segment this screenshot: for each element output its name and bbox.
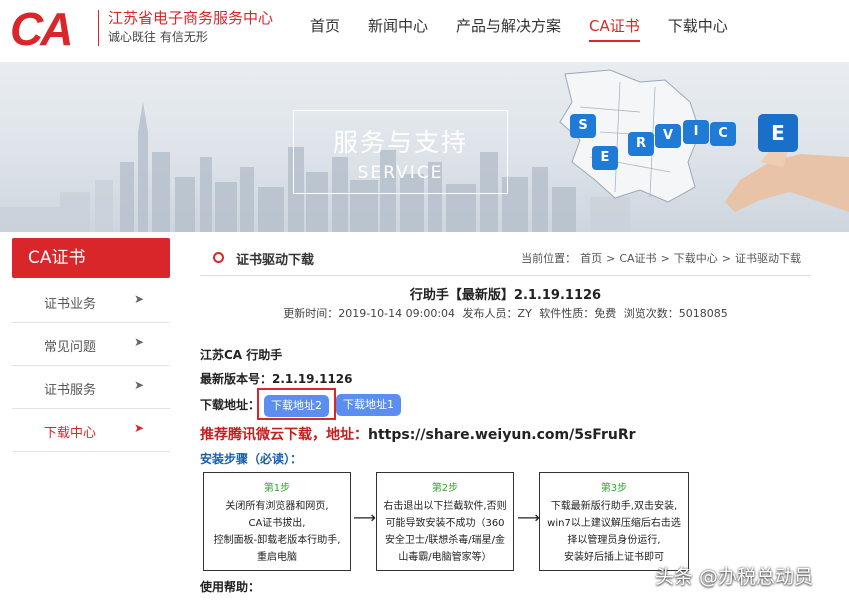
help-label: 使用帮助： <box>200 580 261 594</box>
version-value: 2.1.19.1126 <box>272 372 353 386</box>
source-watermark: 头条 @办税总动员 <box>655 566 814 588</box>
site-header: CA 江苏省电子商务服务中心 诚心既往 有信无形 首页 新闻中心 产品与解决方案… <box>0 0 849 62</box>
step-text: 关闭所有浏览器和网页, CA证书拔出, 控制面板-卸载老版本行助手, 重启电脑 <box>204 498 350 566</box>
step-line: 安装好后插上证书即可 <box>564 552 664 563</box>
banner-title: 服务与支持 <box>332 128 468 157</box>
step-line: 可能导致安装不成功（360 <box>385 518 505 529</box>
meta-updated: 更新时间：2019-10-14 09:00:04 <box>283 307 456 320</box>
product-name: 江苏CA 行助手 <box>200 348 283 362</box>
section-title: 证书驱动下载 <box>236 253 315 268</box>
nav-ca-cert[interactable]: CA证书 <box>575 0 654 62</box>
download-link-2-button[interactable]: 下载地址2 <box>264 395 329 417</box>
meta-publisher: 发布人员：ZY <box>462 307 532 320</box>
logo-name: 江苏省电子商务服务中心 <box>108 9 274 27</box>
install-steps-title: 安装步骤（必读）： <box>200 452 303 466</box>
step-line: 控制面板-卸载老版本行助手, <box>213 535 341 546</box>
key-s: S <box>570 114 596 138</box>
download-link-1-button[interactable]: 下载地址1 <box>336 394 401 416</box>
key-i: I <box>683 120 709 144</box>
logo-slogan: 诚心既往 有信无形 <box>108 30 208 44</box>
arrow-right-icon: ⟶ <box>517 508 540 527</box>
breadcrumb-downloads[interactable]: 下载中心 <box>674 252 718 265</box>
step-text: 下载最新版行助手,双击安装, win7以上建议解压缩后右击选 择以管理员身份运行… <box>540 498 688 566</box>
version-label: 最新版本号： <box>200 372 273 386</box>
nav-home[interactable]: 首页 <box>296 0 354 62</box>
install-step-1: 第1步 关闭所有浏览器和网页, CA证书拔出, 控制面板-卸载老版本行助手, 重… <box>203 472 351 571</box>
weiyun-url-link[interactable]: https://share.weiyun.com/5sFruRr <box>368 427 636 443</box>
arrow-right-icon: ➤ <box>133 421 144 435</box>
step-number: 第1步 <box>263 483 291 494</box>
arrow-right-icon: ➤ <box>133 378 144 392</box>
step-line: win7以上建议解压缩后右击选 <box>547 518 681 529</box>
weiyun-download: 推荐腾讯微云下载，地址：https://share.weiyun.com/5sF… <box>200 424 636 444</box>
breadcrumb-separator: > <box>721 252 731 265</box>
breadcrumb: 当前位置： 首页 > CA证书 > 下载中心 > 证书驱动下载 <box>519 250 803 266</box>
banner-subtitle: SERVICE <box>357 163 444 183</box>
breadcrumb-separator: > <box>660 252 670 265</box>
arrow-right-icon: ⟶ <box>353 508 376 527</box>
article-title: 行助手【最新版】2.1.19.1126 <box>409 288 602 303</box>
nav-news[interactable]: 新闻中心 <box>354 0 442 62</box>
step-line: CA证书拔出, <box>248 518 306 529</box>
sidebar-item-label: 常见问题 <box>44 340 97 355</box>
sidebar-title: CA证书 <box>12 238 170 278</box>
logo-divider <box>98 10 99 46</box>
step-line: 择以管理员身份运行, <box>567 535 661 546</box>
ca-logo[interactable]: CA <box>10 6 73 52</box>
sidebar-item-downloads[interactable]: 下载中心 ➤ <box>12 409 170 452</box>
breadcrumb-ca-cert[interactable]: CA证书 <box>619 252 656 265</box>
breadcrumb-prefix: 当前位置： <box>521 252 577 265</box>
install-step-3: 第3步 下载最新版行助手,双击安装, win7以上建议解压缩后右击选 择以管理员… <box>539 472 689 571</box>
weiyun-label: 推荐腾讯微云下载，地址： <box>200 427 368 443</box>
nav-downloads[interactable]: 下载中心 <box>654 0 742 62</box>
article-meta: 更新时间：2019-10-14 09:00:04 发布人员：ZY 软件性质：免费… <box>200 305 811 321</box>
key-r: R <box>628 132 654 156</box>
section-header: 证书驱动下载 当前位置： 首页 > CA证书 > 下载中心 > 证书驱动下载 <box>200 240 811 276</box>
breadcrumb-separator: > <box>606 252 616 265</box>
meta-views: 浏览次数：5018085 <box>623 307 728 320</box>
step-number: 第3步 <box>600 483 628 494</box>
sidebar-menu: 证书业务 ➤ 常见问题 ➤ 证书服务 ➤ 下载中心 ➤ <box>12 280 170 452</box>
download-label: 下载地址： <box>200 398 261 412</box>
download-highlight: 下载地址2 <box>257 388 336 420</box>
meta-license: 软件性质：免费 <box>539 307 617 320</box>
sidebar-item-label: 下载中心 <box>44 426 97 441</box>
breadcrumb-current[interactable]: 证书驱动下载 <box>735 252 801 265</box>
nav-products[interactable]: 产品与解决方案 <box>442 0 575 62</box>
circle-bullet-icon <box>213 252 224 263</box>
key-v: V <box>655 124 681 148</box>
step-text: 右击退出以下拦截软件,否则 可能导致安装不成功（360 安全卫士/联想杀毒/瑞星… <box>377 498 513 566</box>
sidebar-item-cert-business[interactable]: 证书业务 ➤ <box>12 280 170 323</box>
install-step-2: 第2步 右击退出以下拦截软件,否则 可能导致安装不成功（360 安全卫士/联想杀… <box>376 472 514 571</box>
step-line: 安全卫士/联想杀毒/瑞星/金 <box>384 535 506 546</box>
sidebar-item-cert-service[interactable]: 证书服务 ➤ <box>12 366 170 409</box>
sidebar-item-label: 证书服务 <box>44 383 97 398</box>
step-line: 下载最新版行助手,双击安装, <box>550 501 678 512</box>
key-c: C <box>710 122 736 146</box>
sidebar-item-faq[interactable]: 常见问题 ➤ <box>12 323 170 366</box>
step-number: 第2步 <box>431 483 459 494</box>
step-line: 重启电脑 <box>257 552 297 563</box>
key-e: E <box>592 146 618 170</box>
sidebar-item-label: 证书业务 <box>44 297 97 312</box>
step-line: 关闭所有浏览器和网页, <box>225 501 329 512</box>
banner-title-box: 服务与支持 SERVICE <box>293 110 508 194</box>
step-line: 右击退出以下拦截软件,否则 <box>383 501 507 512</box>
breadcrumb-home[interactable]: 首页 <box>580 252 602 265</box>
step-line: 山毒霸/电脑管家等） <box>398 552 492 563</box>
arrow-right-icon: ➤ <box>133 292 144 306</box>
main-nav: 首页 新闻中心 产品与解决方案 CA证书 下载中心 <box>296 0 742 62</box>
arrow-right-icon: ➤ <box>133 335 144 349</box>
key-e-large: E <box>758 114 798 152</box>
service-banner: S E R V I C E 服务与支持 SERVICE <box>0 62 849 232</box>
version-line: 最新版本号：2.1.19.1126 <box>200 370 353 387</box>
